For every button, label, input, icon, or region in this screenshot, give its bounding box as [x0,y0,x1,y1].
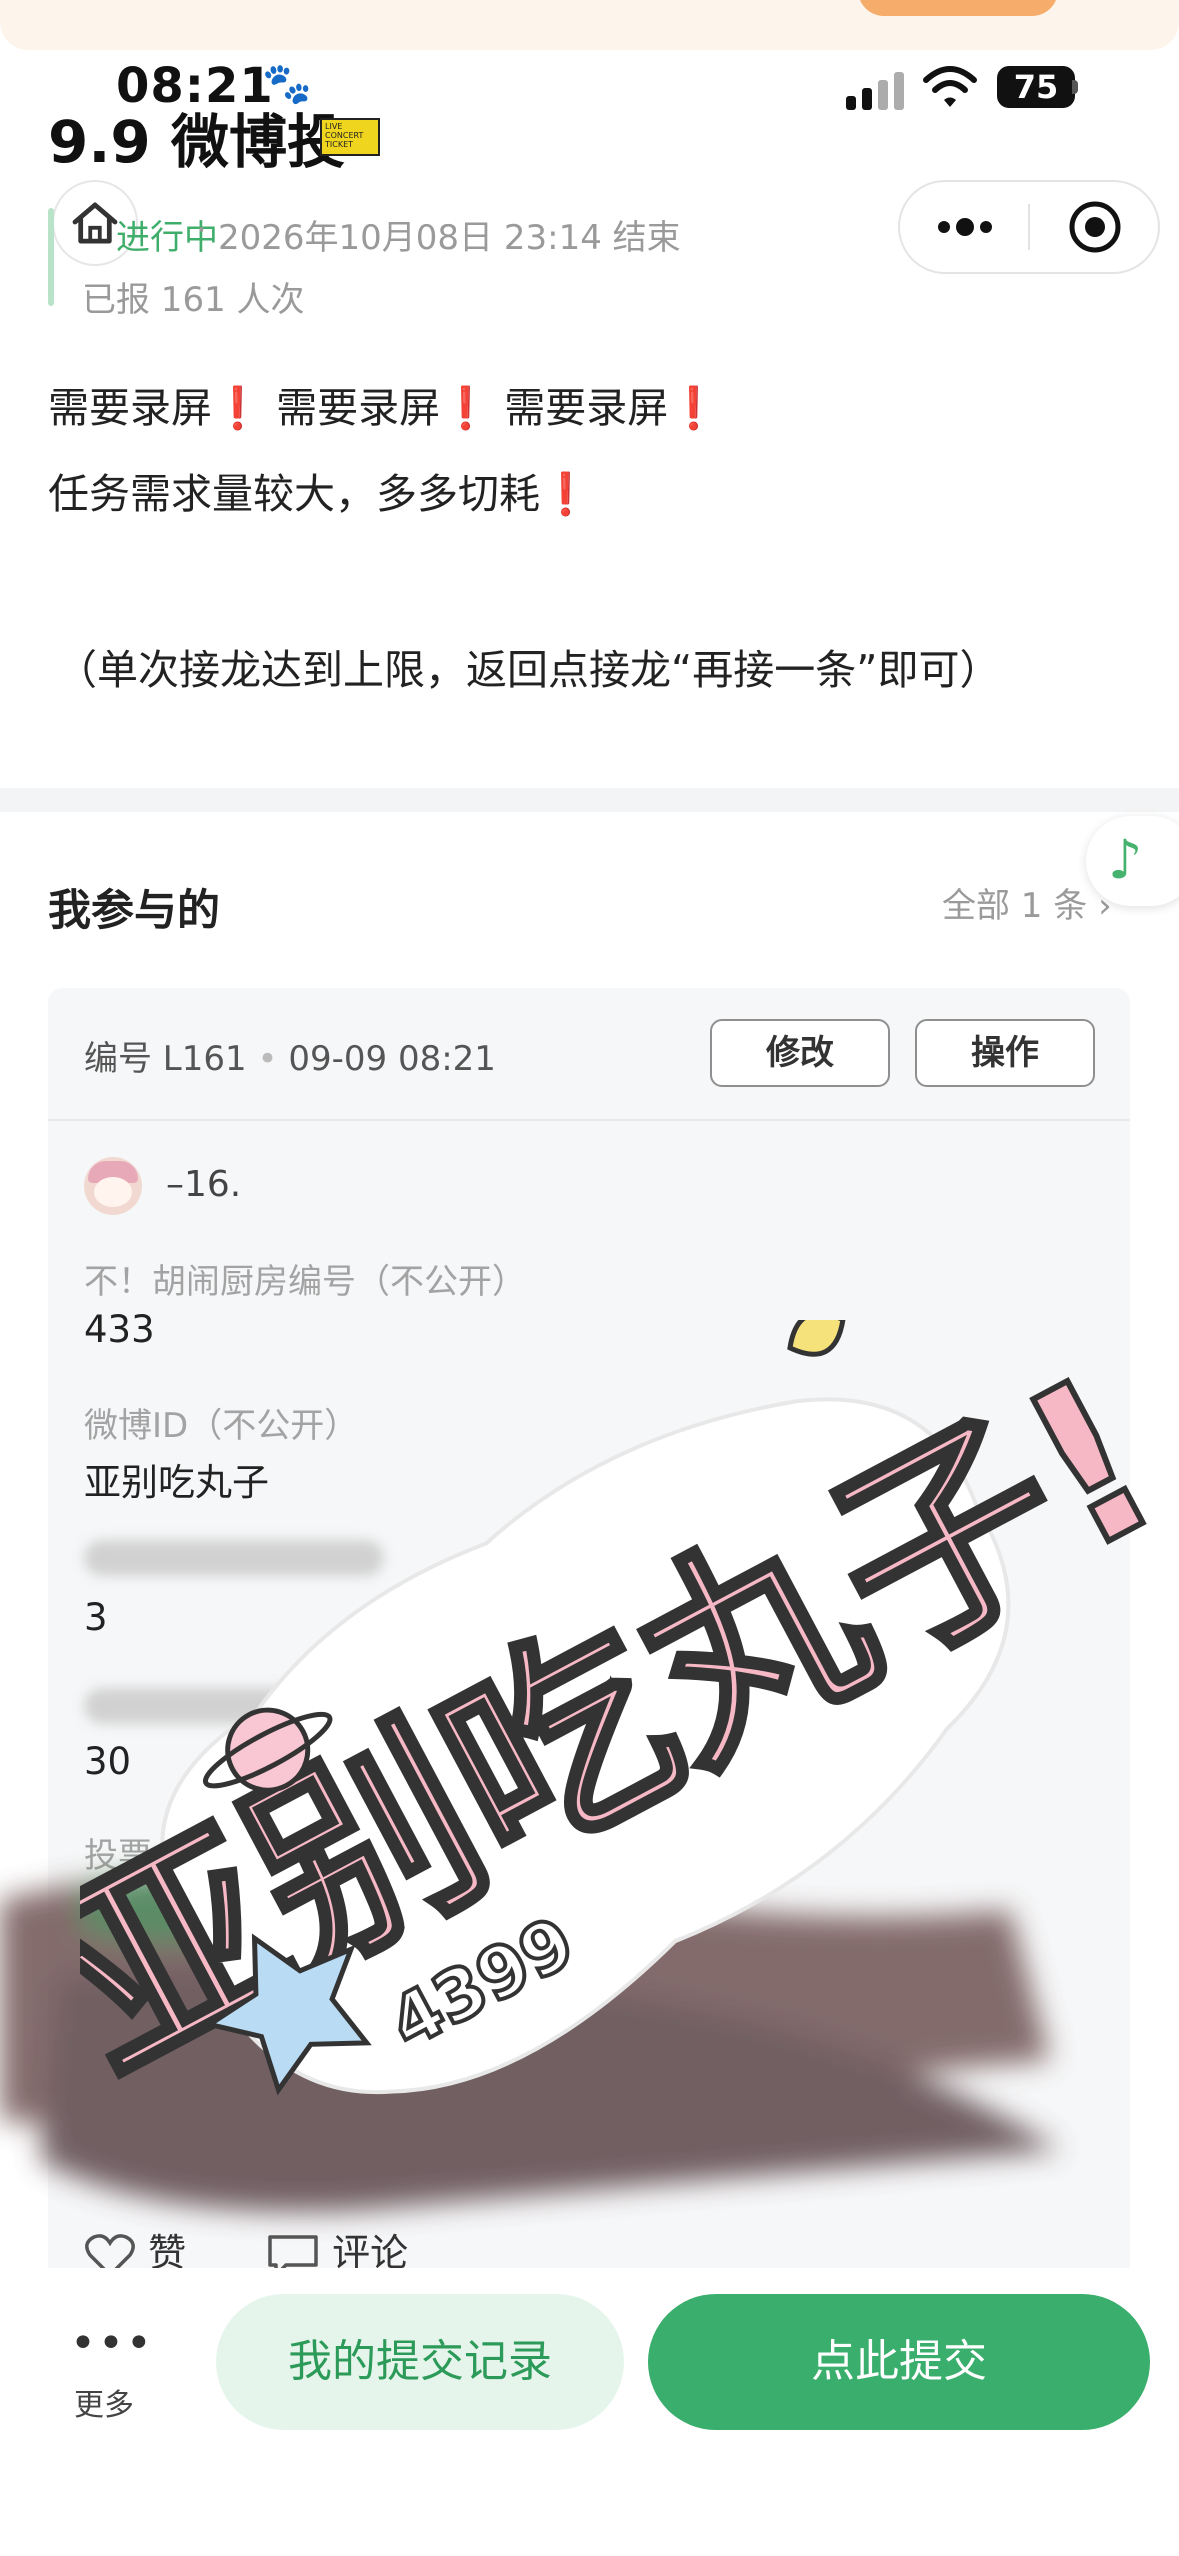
exclamation-icon: ❗ [668,384,720,432]
edit-button[interactable]: 修改 [710,1019,890,1087]
description-line-3: （单次接龙达到上限，返回点接龙“再接一条”即可） [56,646,1001,694]
top-banner-button[interactable] [858,0,1058,16]
view-all-link[interactable]: 全部 1 条 › [942,878,1112,927]
card-header-divider [48,1119,1130,1121]
more-options-icon[interactable] [936,210,994,244]
section-divider [0,788,1179,812]
music-note-icon: ♪ [1108,828,1143,891]
cellular-signal-icon [846,72,906,110]
capsule-divider [1028,204,1030,250]
status-accent-bar [48,208,54,306]
avatar [84,1157,142,1215]
exclamation-icon: ❗ [440,384,492,432]
my-records-button[interactable]: 我的提交记录 [216,2294,624,2430]
more-icon[interactable]: ••• [70,2318,154,2369]
my-participation-title: 我参与的 [48,886,220,936]
close-target-icon[interactable] [1068,200,1122,254]
submit-button[interactable]: 点此提交 [648,2294,1150,2430]
reported-count: 已报 161 人次 [82,280,305,320]
action-button[interactable]: 操作 [915,1019,1095,1087]
description-line-2: 任务需求量较大，多多切耗❗ [48,470,592,518]
end-time: 2026年10月08日 23:14 结束 [218,218,681,258]
sticker-overlay: 亚别吃丸子! 4399 [80,1320,1179,2121]
more-label[interactable]: 更多 [74,2380,134,2424]
entry-meta: 编号 L161 • 09-09 08:21 [84,1039,496,1079]
page-title: 9.9 微博投 [48,108,345,176]
battery-cap [1072,80,1078,94]
status-separator: · [196,210,207,250]
username: –16. [166,1164,242,1205]
description-line-1: 需要录屏❗ 需要录屏❗ 需要录屏❗ [48,384,720,432]
wifi-icon [923,66,977,107]
field-label: 不！胡闹厨房编号（不公开） [84,1262,526,1302]
battery-icon: 75 [997,66,1075,108]
exclamation-icon: ❗ [540,470,592,518]
ticket-emoji-icon: LIVE CONCERT TICKET [320,118,380,156]
exclamation-icon: ❗ [212,384,264,432]
